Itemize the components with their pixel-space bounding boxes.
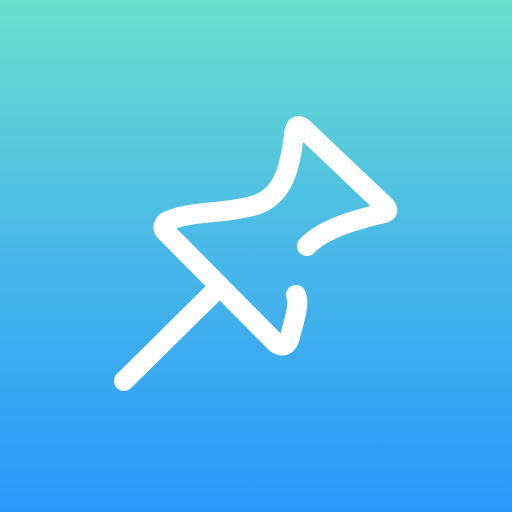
pin-needle: [114, 282, 224, 391]
pushpin-icon: [114, 116, 398, 391]
app-icon[interactable]: [0, 0, 512, 512]
